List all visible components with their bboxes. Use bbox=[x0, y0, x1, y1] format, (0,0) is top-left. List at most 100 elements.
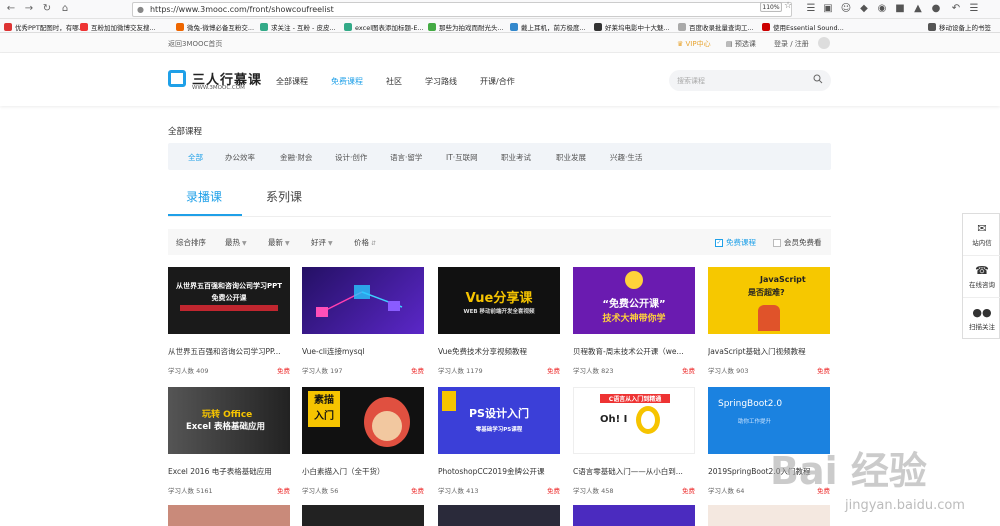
extension-icon[interactable]: ■ bbox=[894, 3, 906, 14]
category-office[interactable]: 办公效率 bbox=[225, 152, 255, 163]
avatar[interactable] bbox=[818, 37, 830, 49]
course-price: 免费 bbox=[411, 487, 424, 495]
nav-cooperation[interactable]: 开课/合作 bbox=[480, 76, 515, 87]
course-thumbnail[interactable]: 玩转 Office Excel 表格基础应用 bbox=[168, 387, 290, 454]
sort-rating[interactable]: 好评 ▼ bbox=[311, 237, 333, 248]
course-thumbnail[interactable]: JavaScript 是否超难? bbox=[708, 267, 830, 334]
zoom-level[interactable]: 110% bbox=[760, 2, 782, 12]
filter-free-checkbox[interactable]: ✓ 免费课程 bbox=[715, 237, 756, 248]
float-wechat[interactable]: ●● 扫描关注 bbox=[963, 298, 1000, 340]
logo-icon[interactable] bbox=[168, 70, 186, 87]
url-bar[interactable]: ● https://www.3mooc.com/front/showcoufre… bbox=[132, 2, 792, 17]
course-title[interactable]: JavaScript基础入门视频教程 bbox=[708, 346, 830, 357]
sidebar-icon[interactable]: ▣ bbox=[822, 3, 834, 14]
bookmark-item[interactable]: 优秀PPT配图时，有哪... bbox=[4, 22, 85, 32]
bookmark-item[interactable]: 使用Essential Sound... bbox=[762, 22, 844, 32]
bookmark-item[interactable]: 互粉加加微博交友搜... bbox=[80, 22, 156, 32]
course-title[interactable]: Vue-cli连接mysql bbox=[302, 346, 424, 357]
category-finance[interactable]: 金融·财会 bbox=[280, 152, 312, 163]
course-title[interactable]: Vue免费技术分享视频教程 bbox=[438, 346, 560, 357]
reload-icon[interactable]: ↻ bbox=[40, 2, 54, 16]
bookmark-item[interactable]: 求关注 - 互粉 - 皮皮... bbox=[260, 22, 336, 32]
category-career[interactable]: 职业发展 bbox=[556, 152, 586, 163]
search-icon[interactable] bbox=[813, 74, 823, 84]
course-thumbnail[interactable]: C语言从入门到精通 Oh! I bbox=[573, 387, 695, 454]
bookmark-item[interactable]: 戴上耳机，前方极度... bbox=[510, 22, 586, 32]
course-title[interactable]: 贝程教育-周末技术公开课（we... bbox=[573, 346, 695, 357]
network-illustration bbox=[316, 285, 403, 317]
course-thumbnail[interactable] bbox=[708, 505, 830, 526]
bookmark-item[interactable]: 好莱坞电影中十大魅... bbox=[594, 22, 670, 32]
nav-community[interactable]: 社区 bbox=[386, 76, 402, 87]
course-thumbnail[interactable]: PS设计入门 零基础学习PS课程 bbox=[438, 387, 560, 454]
extension-icon[interactable]: ● bbox=[930, 3, 942, 14]
course-thumbnail[interactable]: 素描 入门 bbox=[302, 387, 424, 454]
category-design[interactable]: 设计·创作 bbox=[335, 152, 367, 163]
filter-member-checkbox[interactable]: 会员免费看 bbox=[773, 237, 822, 248]
category-exam[interactable]: 职业考试 bbox=[501, 152, 531, 163]
extension-icon[interactable]: ▲ bbox=[912, 3, 924, 14]
back-home-link[interactable]: 返回3MOOC首页 bbox=[168, 39, 222, 49]
home-icon[interactable]: ⌂ bbox=[58, 2, 72, 16]
favicon-icon bbox=[176, 23, 184, 31]
tab-series[interactable]: 系列课 bbox=[266, 188, 302, 205]
category-all[interactable]: 全部 bbox=[188, 152, 203, 163]
category-language[interactable]: 语言·留学 bbox=[390, 152, 422, 163]
bookmark-item[interactable]: 那些为拍戏而耐光头... bbox=[428, 22, 504, 32]
bookmark-item[interactable]: 百度收录批量查询工... bbox=[678, 22, 754, 32]
bookmark-item[interactable]: 微兔-微博必备互粉交... bbox=[176, 22, 254, 32]
course-title[interactable]: PhotoshopCC2019金牌公开课 bbox=[438, 466, 560, 477]
course-thumbnail[interactable] bbox=[438, 505, 560, 526]
extension-icon[interactable]: ◉ bbox=[876, 3, 888, 14]
tab-recorded[interactable]: 录播课 bbox=[186, 188, 222, 205]
bookmark-item-mobile[interactable]: 移动设备上的书签 bbox=[928, 22, 991, 32]
course-thumbnail[interactable]: 从世界五百强和咨询公司学习PPT 免费公开课 bbox=[168, 267, 290, 334]
course-title[interactable]: 小白素描入门（全干货） bbox=[302, 466, 424, 477]
favicon-icon bbox=[594, 23, 602, 31]
account-icon[interactable]: ☺ bbox=[840, 3, 852, 14]
course-thumbnail[interactable]: “免费公开课” 技术大神带你学 bbox=[573, 267, 695, 334]
course-title[interactable]: C语言零基础入门——从小白到... bbox=[573, 466, 695, 477]
vip-center-link[interactable]: ♛ VIP中心 bbox=[677, 39, 711, 49]
course-price: 免费 bbox=[277, 487, 290, 495]
category-it[interactable]: IT·互联网 bbox=[446, 152, 478, 163]
course-students: 学习人数 413 bbox=[438, 487, 479, 495]
bookmark-star-icon[interactable]: ☆ bbox=[784, 1, 792, 11]
category-hobby[interactable]: 兴趣·生活 bbox=[610, 152, 642, 163]
sort-default[interactable]: 综合排序 bbox=[176, 237, 206, 248]
nav-free-courses[interactable]: 免费课程 bbox=[331, 76, 363, 87]
search-input[interactable]: 搜索课程 bbox=[669, 70, 831, 91]
course-students: 学习人数 1179 bbox=[438, 367, 483, 375]
float-message[interactable]: ✉ 站内信 bbox=[963, 214, 1000, 256]
course-price: 免费 bbox=[547, 487, 560, 495]
course-thumbnail[interactable] bbox=[302, 505, 424, 526]
sort-hot[interactable]: 最热 ▼ bbox=[225, 237, 247, 248]
course-thumbnail[interactable]: Vue分享课 WEB 移动前端开发全套视频 bbox=[438, 267, 560, 334]
library-icon[interactable]: ☰ bbox=[805, 3, 817, 14]
lock-icon: ● bbox=[137, 5, 144, 14]
bookmark-item[interactable]: excel图表添加标题-E... bbox=[344, 22, 424, 32]
forward-icon[interactable]: → bbox=[22, 2, 36, 16]
course-thumbnail[interactable] bbox=[573, 505, 695, 526]
extension-icon[interactable]: ◆ bbox=[858, 3, 870, 14]
course-thumbnail[interactable] bbox=[302, 267, 424, 334]
course-title[interactable]: 从世界五百强和咨询公司学习PP... bbox=[168, 346, 290, 357]
menu-icon[interactable]: ☰ bbox=[968, 3, 980, 14]
headset-icon: ☎ bbox=[975, 264, 989, 277]
sort-price[interactable]: 价格 ⇵ bbox=[354, 237, 376, 248]
nav-all-courses[interactable]: 全部课程 bbox=[276, 76, 308, 87]
cart-link[interactable]: ▤ 预选课 bbox=[726, 39, 756, 49]
sort-new[interactable]: 最新 ▼ bbox=[268, 237, 290, 248]
course-price: 免费 bbox=[682, 487, 695, 495]
mail-icon: ✉ bbox=[977, 222, 987, 235]
sort-bar: 综合排序 最热 ▼ 最新 ▼ 好评 ▼ 价格 ⇵ ✓ 免费课程 会员免费看 bbox=[168, 229, 831, 255]
chevron-down-icon: ▼ bbox=[285, 240, 290, 247]
login-link[interactable]: 登录 / 注册 bbox=[774, 39, 809, 49]
category-bar: 全部 办公效率 金融·财会 设计·创作 语言·留学 IT·互联网 职业考试 职业… bbox=[168, 143, 831, 170]
course-title[interactable]: Excel 2016 电子表格基础应用 bbox=[168, 466, 290, 477]
course-thumbnail[interactable] bbox=[168, 505, 290, 526]
undo-icon[interactable]: ↶ bbox=[950, 3, 962, 14]
float-consult[interactable]: ☎ 在线咨询 bbox=[963, 256, 1000, 298]
nav-learning-path[interactable]: 学习路线 bbox=[425, 76, 457, 87]
back-icon[interactable]: ← bbox=[4, 2, 18, 16]
